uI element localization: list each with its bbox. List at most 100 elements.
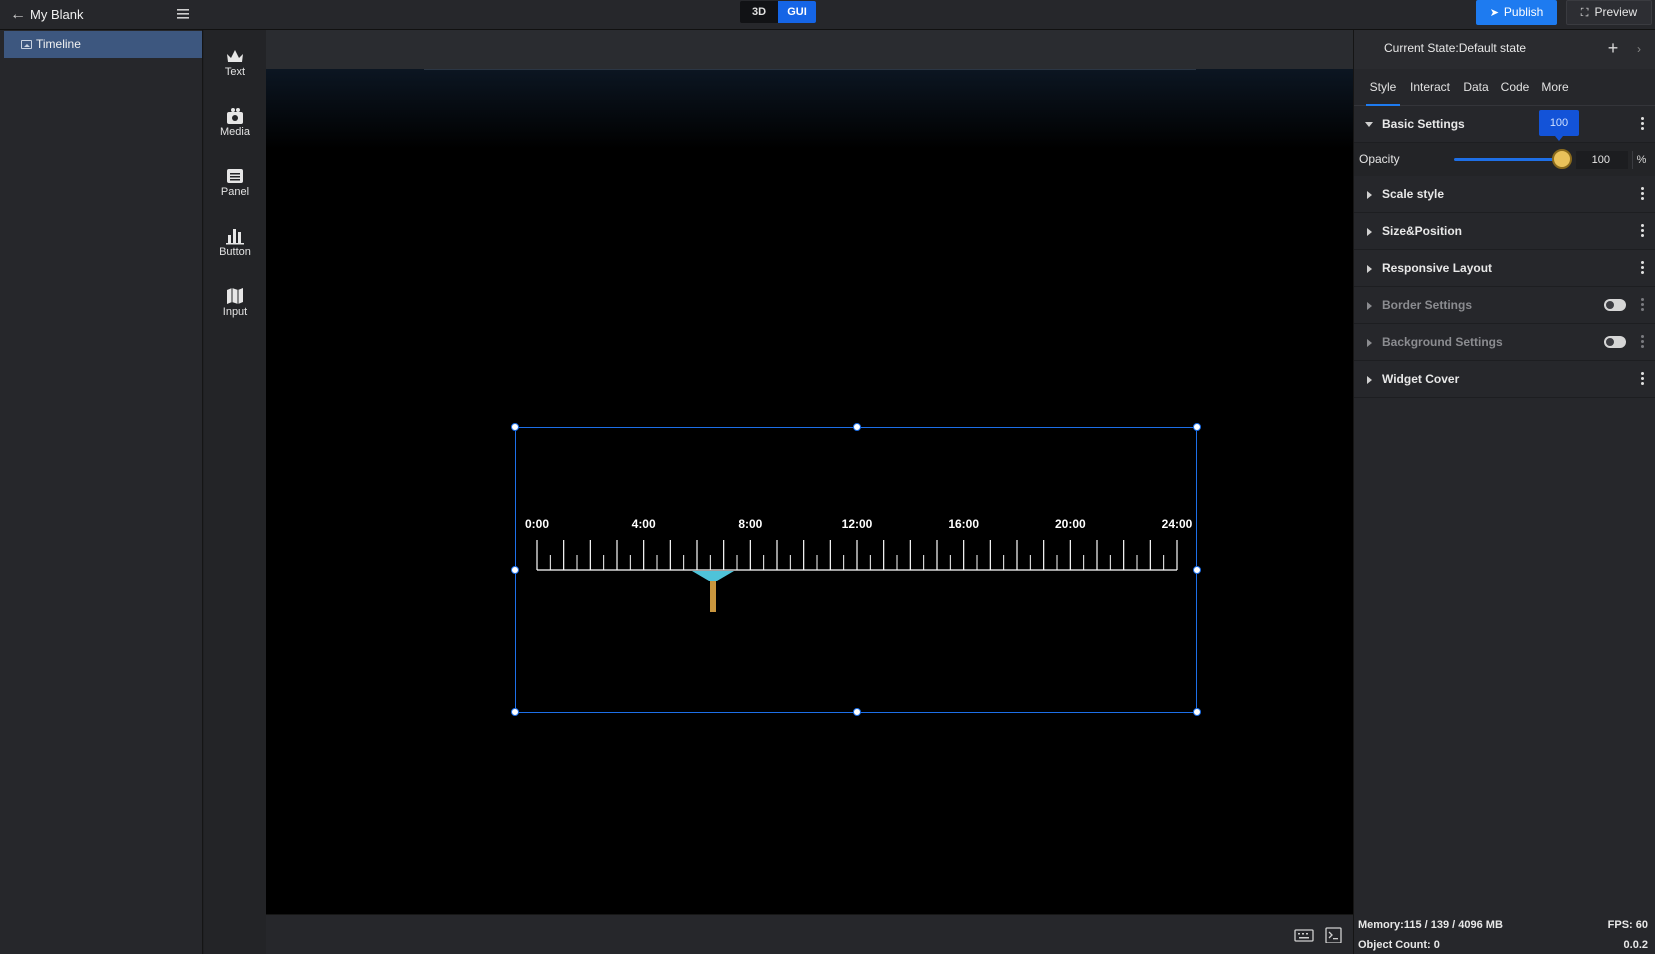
layer-tree: Timeline <box>0 30 203 954</box>
more-vertical-icon[interactable] <box>1638 333 1648 351</box>
section-title: Scale style <box>1382 187 1445 201</box>
section-title: Basic Settings <box>1382 117 1465 131</box>
widget-label: Input <box>222 306 248 318</box>
canvas-status-bar <box>266 914 1353 954</box>
tab-data[interactable]: Data <box>1462 69 1490 106</box>
section-title: Background Settings <box>1382 335 1503 349</box>
resize-handle-bottom[interactable] <box>853 708 861 716</box>
widget-panel-button[interactable]: Panel <box>204 157 266 207</box>
resize-handle-top-left[interactable] <box>511 423 519 431</box>
caret-right-icon <box>1367 265 1372 273</box>
hamburger-menu-icon[interactable] <box>172 3 194 25</box>
timeline-hour-label: 16:00 <box>948 517 979 531</box>
mode-gui-button[interactable]: GUI <box>778 1 816 23</box>
widget-media-button[interactable]: Media <box>204 97 266 147</box>
widget-label: Media <box>220 126 250 138</box>
more-vertical-icon[interactable] <box>1638 259 1648 277</box>
opacity-tooltip: 100 <box>1539 110 1579 141</box>
opacity-slider-thumb[interactable] <box>1552 149 1572 169</box>
section-basic-settings[interactable]: Basic Settings <box>1354 106 1655 143</box>
section-toggle[interactable] <box>1604 299 1626 311</box>
console-icon[interactable] <box>1323 927 1345 943</box>
timeline-hour-label: 24:00 <box>1162 517 1193 531</box>
widget-text-button[interactable]: Text <box>204 37 266 87</box>
opacity-slider-track[interactable] <box>1454 158 1567 161</box>
image-icon <box>21 40 32 49</box>
top-bar: ← My Blank 3D GUI ➤ Publish ⛶ Preview <box>0 0 1655 30</box>
stage[interactable]: 0:00 4:00 8:00 12:00 16:00 20:00 24:00 <box>266 69 1353 914</box>
timeline-hour-label: 0:00 <box>525 517 549 531</box>
canvas-area[interactable]: 0:00 4:00 8:00 12:00 16:00 20:00 24:00 <box>266 30 1353 914</box>
section-toggle[interactable] <box>1604 336 1626 348</box>
section-responsive-layout[interactable]: Responsive Layout <box>1354 250 1655 287</box>
send-icon: ➤ <box>1489 7 1499 19</box>
layer-item-timeline[interactable]: Timeline <box>4 31 202 58</box>
tab-code[interactable]: Code <box>1500 69 1530 106</box>
editor-app: ← My Blank 3D GUI ➤ Publish ⛶ Preview Time… <box>0 0 1655 954</box>
input-icon <box>227 288 243 304</box>
caret-right-icon <box>1367 302 1372 310</box>
canvas-top-strip <box>266 30 1353 69</box>
section-title: Border Settings <box>1382 298 1473 312</box>
mode-switch: 3D GUI <box>740 1 816 23</box>
button-icon <box>226 229 244 245</box>
back-arrow-icon[interactable]: ← <box>7 4 29 26</box>
section-title: Responsive Layout <box>1382 261 1493 275</box>
section-background-settings[interactable]: Background Settings <box>1354 324 1655 361</box>
caret-right-icon <box>1367 376 1372 384</box>
keyboard-icon[interactable] <box>1293 927 1315 943</box>
section-widget-cover[interactable]: Widget Cover <box>1354 361 1655 398</box>
mode-3d-button[interactable]: 3D <box>740 1 778 23</box>
timeline-hour-label: 8:00 <box>738 517 762 531</box>
layer-item-label: Timeline <box>36 37 81 51</box>
chevron-right-icon[interactable]: › <box>1630 40 1648 58</box>
widget-label: Button <box>219 246 251 258</box>
section-scale-style[interactable]: Scale style <box>1354 176 1655 213</box>
object-count-readout: Object Count: 0 <box>1358 939 1440 951</box>
caret-down-icon <box>1365 122 1373 127</box>
add-state-icon[interactable]: + <box>1602 36 1624 60</box>
version-readout: 0.0.2 <box>1623 939 1648 951</box>
more-vertical-icon[interactable] <box>1638 296 1648 314</box>
section-size-position[interactable]: Size&Position <box>1354 213 1655 250</box>
widget-toolbar: Text Media Panel Button Input <box>204 30 266 954</box>
project-name: My Blank <box>30 7 84 22</box>
caret-right-icon <box>1367 339 1372 347</box>
section-title: Size&Position <box>1382 224 1463 238</box>
tab-interact[interactable]: Interact <box>1408 69 1452 106</box>
more-vertical-icon[interactable] <box>1638 370 1648 388</box>
tab-style[interactable]: Style <box>1366 69 1400 106</box>
more-vertical-icon[interactable] <box>1638 222 1648 240</box>
tab-more[interactable]: More <box>1540 69 1570 106</box>
widget-button-button[interactable]: Button <box>204 217 266 267</box>
resize-handle-bottom-right[interactable] <box>1193 708 1201 716</box>
publish-button[interactable]: ➤ Publish <box>1476 0 1557 25</box>
timeline-widget-selection[interactable]: 0:00 4:00 8:00 12:00 16:00 20:00 24:00 <box>511 423 1201 716</box>
timeline-widget[interactable]: 0:00 4:00 8:00 12:00 16:00 20:00 24:00 <box>516 428 1198 714</box>
preview-button[interactable]: ⛶ Preview <box>1566 0 1652 25</box>
section-border-settings[interactable]: Border Settings <box>1354 287 1655 324</box>
widget-input-button[interactable]: Input <box>204 277 266 327</box>
opacity-input[interactable] <box>1576 151 1628 169</box>
text-icon <box>227 50 243 62</box>
resize-handle-bottom-left[interactable] <box>511 708 519 716</box>
timeline-pointer-stem <box>710 576 716 612</box>
resize-handle-right[interactable] <box>1193 566 1201 574</box>
panel-tabs: Style Interact Data Code More <box>1354 69 1655 106</box>
fps-readout: FPS: 60 <box>1607 919 1648 931</box>
panel-footer: Memory:115 / 139 / 4096 MB FPS: 60 Objec… <box>1354 914 1655 954</box>
widget-label: Panel <box>220 186 250 198</box>
resize-handle-top[interactable] <box>853 423 861 431</box>
publish-label: Publish <box>1503 5 1544 19</box>
more-vertical-icon[interactable] <box>1638 185 1648 203</box>
properties-panel: Current State:Default state + › Style In… <box>1353 30 1655 954</box>
panel-icon <box>227 169 243 183</box>
resize-handle-top-right[interactable] <box>1193 423 1201 431</box>
preview-label: Preview <box>1594 5 1638 19</box>
resize-handle-left[interactable] <box>511 566 519 574</box>
timeline-hour-label: 4:00 <box>632 517 656 531</box>
opacity-row: Opacity % <box>1354 143 1655 176</box>
timeline-hour-label: 12:00 <box>842 517 873 531</box>
more-vertical-icon[interactable] <box>1638 115 1648 133</box>
stage-edge <box>424 69 1196 70</box>
